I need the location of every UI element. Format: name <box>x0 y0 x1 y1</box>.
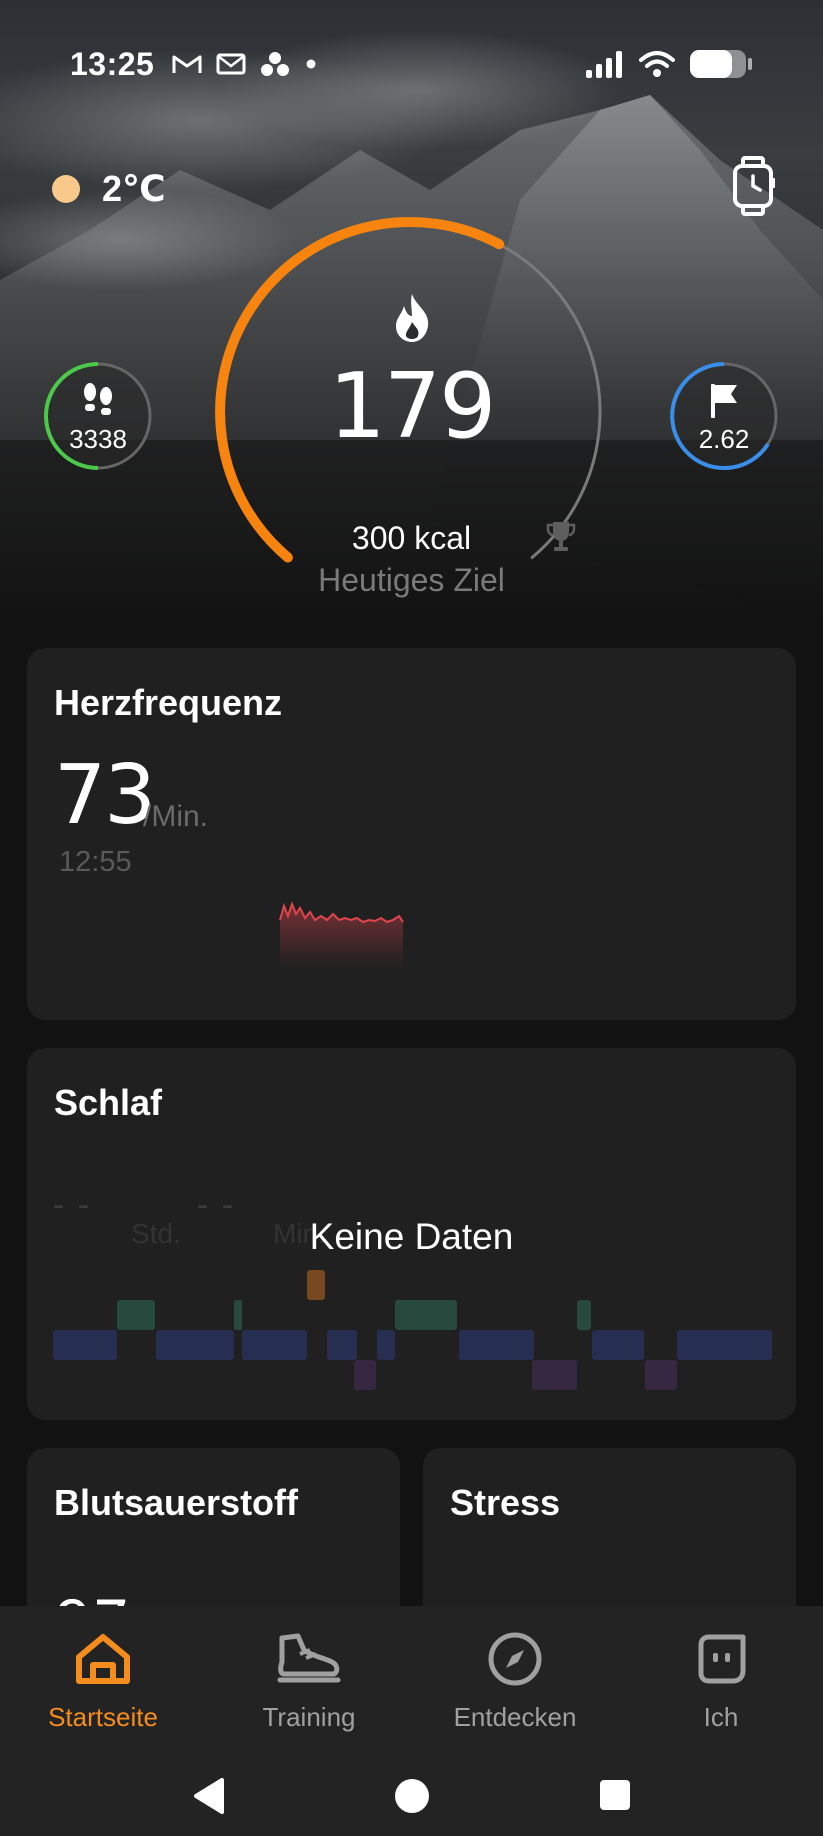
mail-icon <box>216 53 246 75</box>
battery-icon <box>690 50 752 78</box>
flame-icon <box>390 292 434 349</box>
weather-widget[interactable]: 2℃ <box>52 168 166 210</box>
card-title: Schlaf <box>54 1082 163 1123</box>
calorie-goal: 300 kcal <box>351 520 472 556</box>
app-dots-icon <box>261 52 290 76</box>
card-title: Herzfrequenz <box>54 682 283 723</box>
card-title: Blutsauerstoff <box>54 1482 299 1523</box>
compass-icon <box>488 1632 542 1686</box>
calorie-goal-label: Heutiges Ziel <box>318 562 505 598</box>
watch-icon <box>733 156 775 216</box>
signal-icon <box>586 51 622 78</box>
calories-value: 179 <box>328 354 497 459</box>
heart-rate-card[interactable]: Herzfrequenz 73 /Min. 12:55 <box>27 648 796 1020</box>
back-icon[interactable] <box>190 1776 226 1816</box>
dot-icon <box>306 59 316 69</box>
gmail-icon <box>172 55 202 73</box>
card-title: Stress <box>450 1482 561 1523</box>
trophy-icon <box>546 520 576 557</box>
temperature: 2℃ <box>102 168 166 209</box>
heart-rate-time: 12:55 <box>59 846 132 878</box>
nav-label: Ich <box>703 1702 739 1732</box>
watch-device-button[interactable] <box>727 156 783 216</box>
nav-label: Startseite <box>48 1702 158 1732</box>
wifi-icon <box>639 51 675 77</box>
home-circle-icon[interactable] <box>392 1776 432 1816</box>
heart-rate-value: 73 <box>54 748 156 843</box>
profile-icon <box>698 1634 746 1684</box>
sleep-no-data: Keine Daten <box>309 1216 514 1257</box>
nav-home[interactable]: Startseite <box>0 1624 206 1733</box>
nav-label: Training <box>262 1702 356 1732</box>
heart-rate-unit: /Min. <box>143 800 209 833</box>
status-bar: 13:25 <box>70 44 753 84</box>
status-time: 13:25 <box>70 45 155 82</box>
sun-icon <box>52 175 80 203</box>
nav-me[interactable]: Ich <box>618 1624 823 1733</box>
bottom-navigation: Startseite Training Entdecken Ich <box>0 1606 823 1836</box>
nav-discover[interactable]: Entdecken <box>412 1624 618 1733</box>
recents-icon[interactable] <box>598 1778 632 1812</box>
sleep-stage-chart <box>53 1270 772 1390</box>
nav-label: Entdecken <box>453 1702 577 1732</box>
home-icon <box>76 1634 130 1684</box>
nav-training[interactable]: Training <box>206 1624 412 1733</box>
sleep-card[interactable]: Schlaf - - Std. - - Min. Keine Daten <box>27 1048 796 1420</box>
heart-rate-sparkline <box>279 901 404 968</box>
system-navigation-bar <box>0 1766 823 1826</box>
shoe-icon <box>277 1633 341 1683</box>
